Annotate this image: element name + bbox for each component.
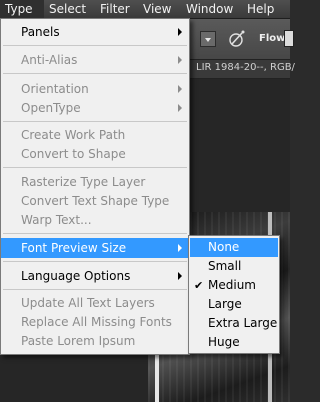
submenu-arrow-icon bbox=[178, 28, 182, 36]
menu-item-rasterize-type-layer[interactable]: Rasterize Type Layer bbox=[1, 172, 189, 192]
submenu-arrow-icon bbox=[178, 244, 182, 252]
menu-item-orientation[interactable]: Orientation bbox=[1, 79, 189, 99]
menu-type[interactable]: Type bbox=[0, 0, 44, 18]
menu-help[interactable]: Help bbox=[242, 0, 282, 18]
menu-item-warp-text[interactable]: Warp Text... bbox=[1, 210, 189, 230]
menu-item-label: Orientation bbox=[21, 82, 89, 96]
submenu-item-extra-large[interactable]: Extra Large bbox=[190, 314, 278, 333]
menu-item-label: Large bbox=[208, 297, 242, 311]
menu-item-font-preview-size[interactable]: Font Preview Size bbox=[1, 238, 189, 258]
menu-item-label: Anti-Alias bbox=[21, 53, 78, 67]
menu-item-label: Create Work Path bbox=[21, 128, 126, 142]
menu-bar: Type Select Filter View Window Help bbox=[0, 0, 290, 19]
menu-item-label: Convert to Shape bbox=[21, 147, 126, 161]
menu-item-convert-to-shape[interactable]: Convert to Shape bbox=[1, 144, 189, 164]
submenu-item-huge[interactable]: Huge bbox=[190, 333, 278, 352]
submenu-arrow-icon bbox=[178, 56, 182, 64]
menu-item-label: Rasterize Type Layer bbox=[21, 175, 146, 189]
menu-item-language-options[interactable]: Language Options bbox=[1, 266, 189, 286]
menu-item-opentype[interactable]: OpenType bbox=[1, 98, 189, 118]
brush-preset-dropdown[interactable] bbox=[200, 31, 216, 47]
menu-item-label: Update All Text Layers bbox=[21, 296, 155, 310]
submenu-arrow-icon bbox=[178, 104, 182, 112]
submenu-item-large[interactable]: Large bbox=[190, 295, 278, 314]
submenu-item-medium[interactable]: ✔ Medium bbox=[190, 276, 278, 295]
menu-separator bbox=[3, 45, 187, 46]
menu-separator bbox=[3, 167, 187, 168]
menu-select[interactable]: Select bbox=[44, 0, 94, 18]
menu-separator bbox=[3, 289, 187, 290]
submenu-item-small[interactable]: Small bbox=[190, 257, 278, 276]
document-title: LIR 1984-20--, RGB/ bbox=[196, 62, 295, 73]
submenu-arrow-icon bbox=[178, 85, 182, 93]
menu-filter[interactable]: Filter bbox=[95, 0, 141, 18]
menu-separator bbox=[3, 121, 187, 122]
menu-item-label: Small bbox=[208, 259, 242, 273]
submenu-item-none[interactable]: None bbox=[190, 238, 278, 257]
menu-item-label: Replace All Missing Fonts bbox=[21, 315, 172, 329]
font-preview-size-submenu: None Small ✔ Medium Large Extra Large Hu… bbox=[188, 235, 280, 354]
menu-item-label: Medium bbox=[208, 278, 256, 292]
menu-item-panels[interactable]: Panels bbox=[1, 22, 189, 42]
menu-item-replace-all-missing-fonts[interactable]: Replace All Missing Fonts bbox=[1, 312, 189, 332]
menu-separator bbox=[3, 233, 187, 234]
menu-item-label: Language Options bbox=[21, 269, 131, 283]
menu-item-paste-lorem-ipsum[interactable]: Paste Lorem Ipsum bbox=[1, 331, 189, 351]
checkmark-icon: ✔ bbox=[194, 279, 204, 292]
menu-view[interactable]: View bbox=[138, 0, 180, 18]
menu-item-label: Extra Large bbox=[208, 316, 278, 330]
menu-window[interactable]: Window bbox=[181, 0, 239, 18]
menu-item-convert-text-shape-type[interactable]: Convert Text Shape Type bbox=[1, 191, 189, 211]
airbrush-icon[interactable] bbox=[226, 29, 246, 49]
menu-item-anti-alias[interactable]: Anti-Alias bbox=[1, 50, 189, 70]
submenu-arrow-icon bbox=[178, 272, 182, 280]
menu-item-label: Convert Text Shape Type bbox=[21, 194, 170, 208]
menu-item-label: Panels bbox=[21, 25, 60, 39]
menu-item-label: None bbox=[208, 240, 240, 254]
menu-item-label: Huge bbox=[208, 335, 240, 349]
menu-item-label: OpenType bbox=[21, 101, 81, 115]
menu-separator bbox=[3, 73, 187, 74]
menu-item-label: Warp Text... bbox=[21, 213, 92, 227]
menu-separator bbox=[3, 261, 187, 262]
menu-item-label: Paste Lorem Ipsum bbox=[21, 334, 136, 348]
type-menu: Panels Anti-Alias Orientation OpenType C… bbox=[0, 18, 190, 355]
menu-item-label: Font Preview Size bbox=[21, 241, 127, 255]
menu-item-create-work-path[interactable]: Create Work Path bbox=[1, 125, 189, 145]
menu-item-update-all-text-layers[interactable]: Update All Text Layers bbox=[1, 293, 189, 313]
flow-input[interactable] bbox=[284, 30, 294, 47]
